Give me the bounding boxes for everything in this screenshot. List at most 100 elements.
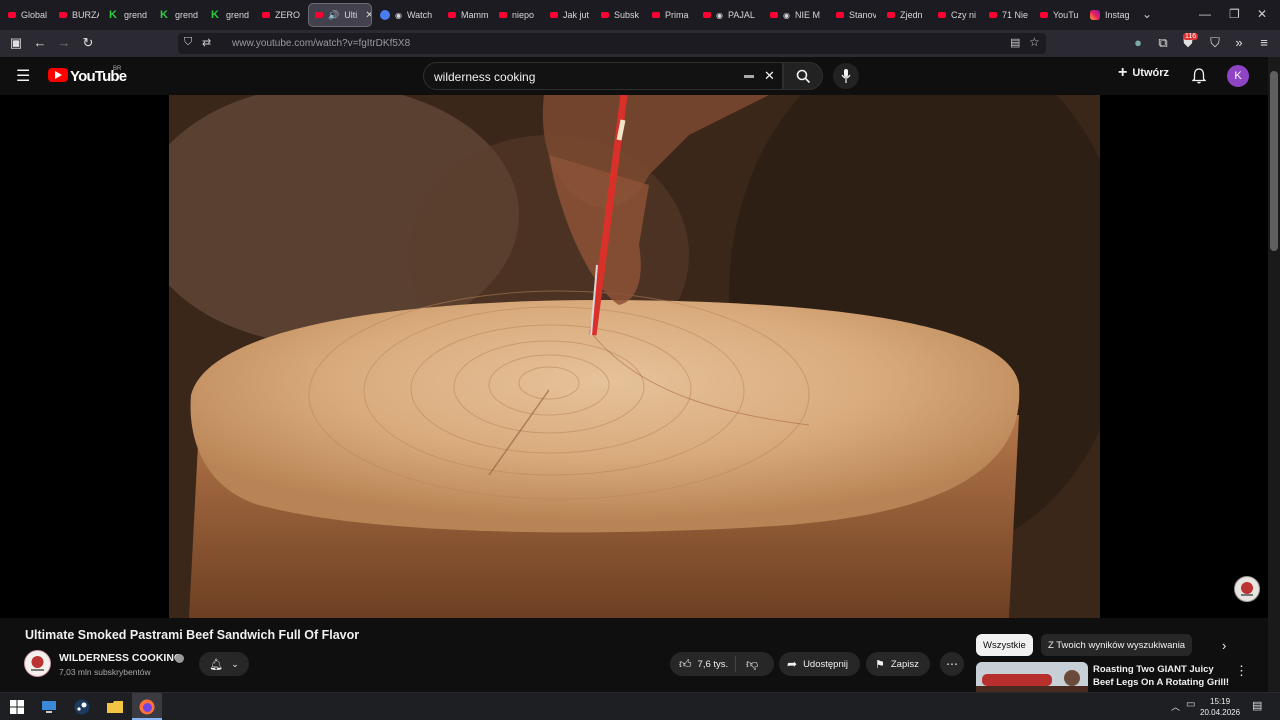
voice-search-button[interactable] <box>833 63 859 89</box>
user-avatar[interactable]: K <box>1227 65 1249 87</box>
close-window-icon[interactable]: ✕ <box>1257 7 1267 21</box>
clear-search-icon[interactable]: ✕ <box>764 68 775 84</box>
bookmark-star-icon[interactable]: ☆ <box>1029 35 1040 49</box>
extensions-icon[interactable]: ⧉ <box>1155 35 1171 51</box>
related-video-thumbnail[interactable] <box>976 662 1088 692</box>
chip-from-search[interactable]: Z Twoich wyników wyszukiwania <box>1041 634 1193 656</box>
youtube-icon <box>262 12 270 18</box>
extension-badge: 116 <box>1183 33 1199 40</box>
channel-avatar[interactable] <box>24 650 51 677</box>
forward-arrow-icon[interactable]: → <box>56 35 72 50</box>
save-button[interactable]: ⚑ Zapisz <box>866 652 930 676</box>
browser-tab[interactable]: 71 Nie <box>989 4 1029 26</box>
browser-tab[interactable]: ZERO <box>262 4 302 26</box>
browser-tab[interactable]: Jak jut <box>550 4 590 26</box>
share-arrow-icon: ➦ <box>787 657 798 671</box>
tray-chevron-icon[interactable]: ︿ <box>1171 700 1180 713</box>
page-scrollbar[interactable] <box>1268 57 1280 692</box>
browser-tab[interactable]: YouTu <box>1040 4 1080 26</box>
windows-start-icon[interactable] <box>8 698 26 716</box>
related-video-title[interactable]: Roasting Two GIANT Juicy Beef Legs On A … <box>1093 663 1233 689</box>
youtube-icon <box>938 12 946 18</box>
youtube-icon <box>887 12 895 18</box>
reader-view-icon[interactable]: ▤ <box>1010 36 1020 49</box>
browser-tab[interactable]: Prima <box>652 4 692 26</box>
browser-tab[interactable]: niepo <box>499 4 539 26</box>
share-button[interactable]: ➦ Udostępnij <box>779 652 860 676</box>
scrollbar-thumb[interactable] <box>1270 71 1278 251</box>
file-explorer-icon[interactable] <box>106 698 124 716</box>
search-input[interactable] <box>434 70 734 84</box>
browser-tab[interactable]: Mamm <box>448 4 488 26</box>
browser-tab[interactable]: Instag <box>1090 4 1132 26</box>
more-actions-button[interactable]: ⋯ <box>940 652 964 676</box>
channel-watermark[interactable] <box>1234 576 1260 602</box>
browser-tab[interactable]: ◉ PAJAL <box>703 4 755 26</box>
browser-tab-strip: Global BURZA Kgrend Kgrend Kgrend ZERO 🔊… <box>0 0 1280 30</box>
browser-tab[interactable]: Zjedn <box>887 4 927 26</box>
keyboard-icon[interactable]: ▬ <box>744 70 754 81</box>
video-frame[interactable] <box>169 95 1100 618</box>
search-button[interactable] <box>783 62 823 90</box>
browser-tab[interactable]: Kgrend <box>160 4 200 26</box>
search-box[interactable]: ▬ ✕ <box>423 62 783 90</box>
youtube-icon <box>652 12 660 18</box>
play-circle-icon: ◉ <box>783 10 790 20</box>
browser-tab[interactable]: Global <box>8 4 48 26</box>
shield-icon[interactable]: ⛉ <box>184 36 192 49</box>
sidebar-toggle-icon[interactable]: ▣ <box>8 35 24 51</box>
vpn-icon[interactable]: ● <box>1130 35 1146 50</box>
tab-list-chevron-icon[interactable]: ⌄ <box>1142 7 1152 21</box>
firefox-icon <box>139 699 155 715</box>
browser-tab[interactable]: Czy ni <box>938 4 978 26</box>
create-button[interactable]: + Utwórz <box>1118 64 1169 81</box>
chevron-right-icon[interactable]: › <box>1222 638 1226 653</box>
browser-tab[interactable]: Kgrend <box>211 4 251 26</box>
minimize-icon[interactable]: — <box>1199 7 1211 21</box>
taskbar-clock[interactable]: 15:19 20.04.2026 <box>1200 696 1240 718</box>
browser-tab[interactable]: ◉ Watch <box>380 4 432 26</box>
close-tab-icon[interactable]: ✕ <box>365 10 371 21</box>
browser-tab[interactable]: ◉ NIE M <box>770 4 822 26</box>
notification-center-icon[interactable]: ▤ <box>1252 699 1262 712</box>
notifications-bell-icon[interactable] <box>1192 68 1206 84</box>
reload-icon[interactable]: ↻ <box>80 35 96 51</box>
bookmark-icon: ⚑ <box>875 658 885 671</box>
url-text[interactable]: www.youtube.com/watch?v=fgItrDKf5X8 <box>232 38 410 49</box>
related-video-image <box>976 662 1088 692</box>
browser-tab-active[interactable]: 🔊Ulti✕ <box>308 3 372 27</box>
browser-tab[interactable]: Stanov <box>836 4 876 26</box>
notification-bell-button[interactable]: 🔔︎ ⌄ <box>199 652 249 676</box>
search-icon <box>796 69 811 84</box>
video-player[interactable] <box>0 95 1268 618</box>
steam-icon[interactable] <box>73 698 91 716</box>
network-icon[interactable]: ▭ <box>1186 699 1195 710</box>
overflow-chevron-icon[interactable]: » <box>1231 35 1247 50</box>
plus-icon: + <box>1118 64 1128 81</box>
app-menu-icon[interactable]: ≡ <box>1256 35 1272 50</box>
back-arrow-icon[interactable]: ← <box>32 35 48 50</box>
k-icon: K <box>109 9 117 21</box>
browser-tab[interactable]: Kgrend <box>109 4 149 26</box>
related-more-icon[interactable]: ⋮ <box>1235 663 1248 679</box>
microphone-icon <box>841 69 851 83</box>
chip-all[interactable]: Wszystkie <box>976 634 1033 656</box>
browser-tab[interactable]: BURZA <box>59 4 99 26</box>
url-bar[interactable]: ⛉ ⇄ www.youtube.com/watch?v=fgItrDKf5X8 … <box>178 33 1046 54</box>
like-button[interactable]: 👍︎ 7,6 tys. <box>670 656 736 672</box>
restore-icon[interactable]: ❐ <box>1229 7 1240 21</box>
video-still-image <box>169 95 1100 618</box>
youtube-icon <box>770 12 778 18</box>
play-circle-icon: ◉ <box>716 10 723 20</box>
firefox-taskbar-button[interactable] <box>132 693 162 720</box>
privacy-shield-icon[interactable]: ⛉ <box>1207 35 1223 51</box>
hamburger-menu-icon[interactable]: ☰ <box>16 66 30 86</box>
channel-name[interactable]: WILDERNESS COOKING <box>59 652 182 664</box>
clock-time: 15:19 <box>1210 697 1231 706</box>
browser-tab[interactable]: Subsk <box>601 4 641 26</box>
youtube-logo-icon[interactable] <box>48 68 68 82</box>
thumbs-down-icon[interactable]: 👎︎ <box>736 657 758 672</box>
computer-icon[interactable] <box>40 698 58 716</box>
permissions-icon[interactable]: ⇄ <box>202 36 211 49</box>
bell-icon: 🔔︎ <box>209 658 224 671</box>
